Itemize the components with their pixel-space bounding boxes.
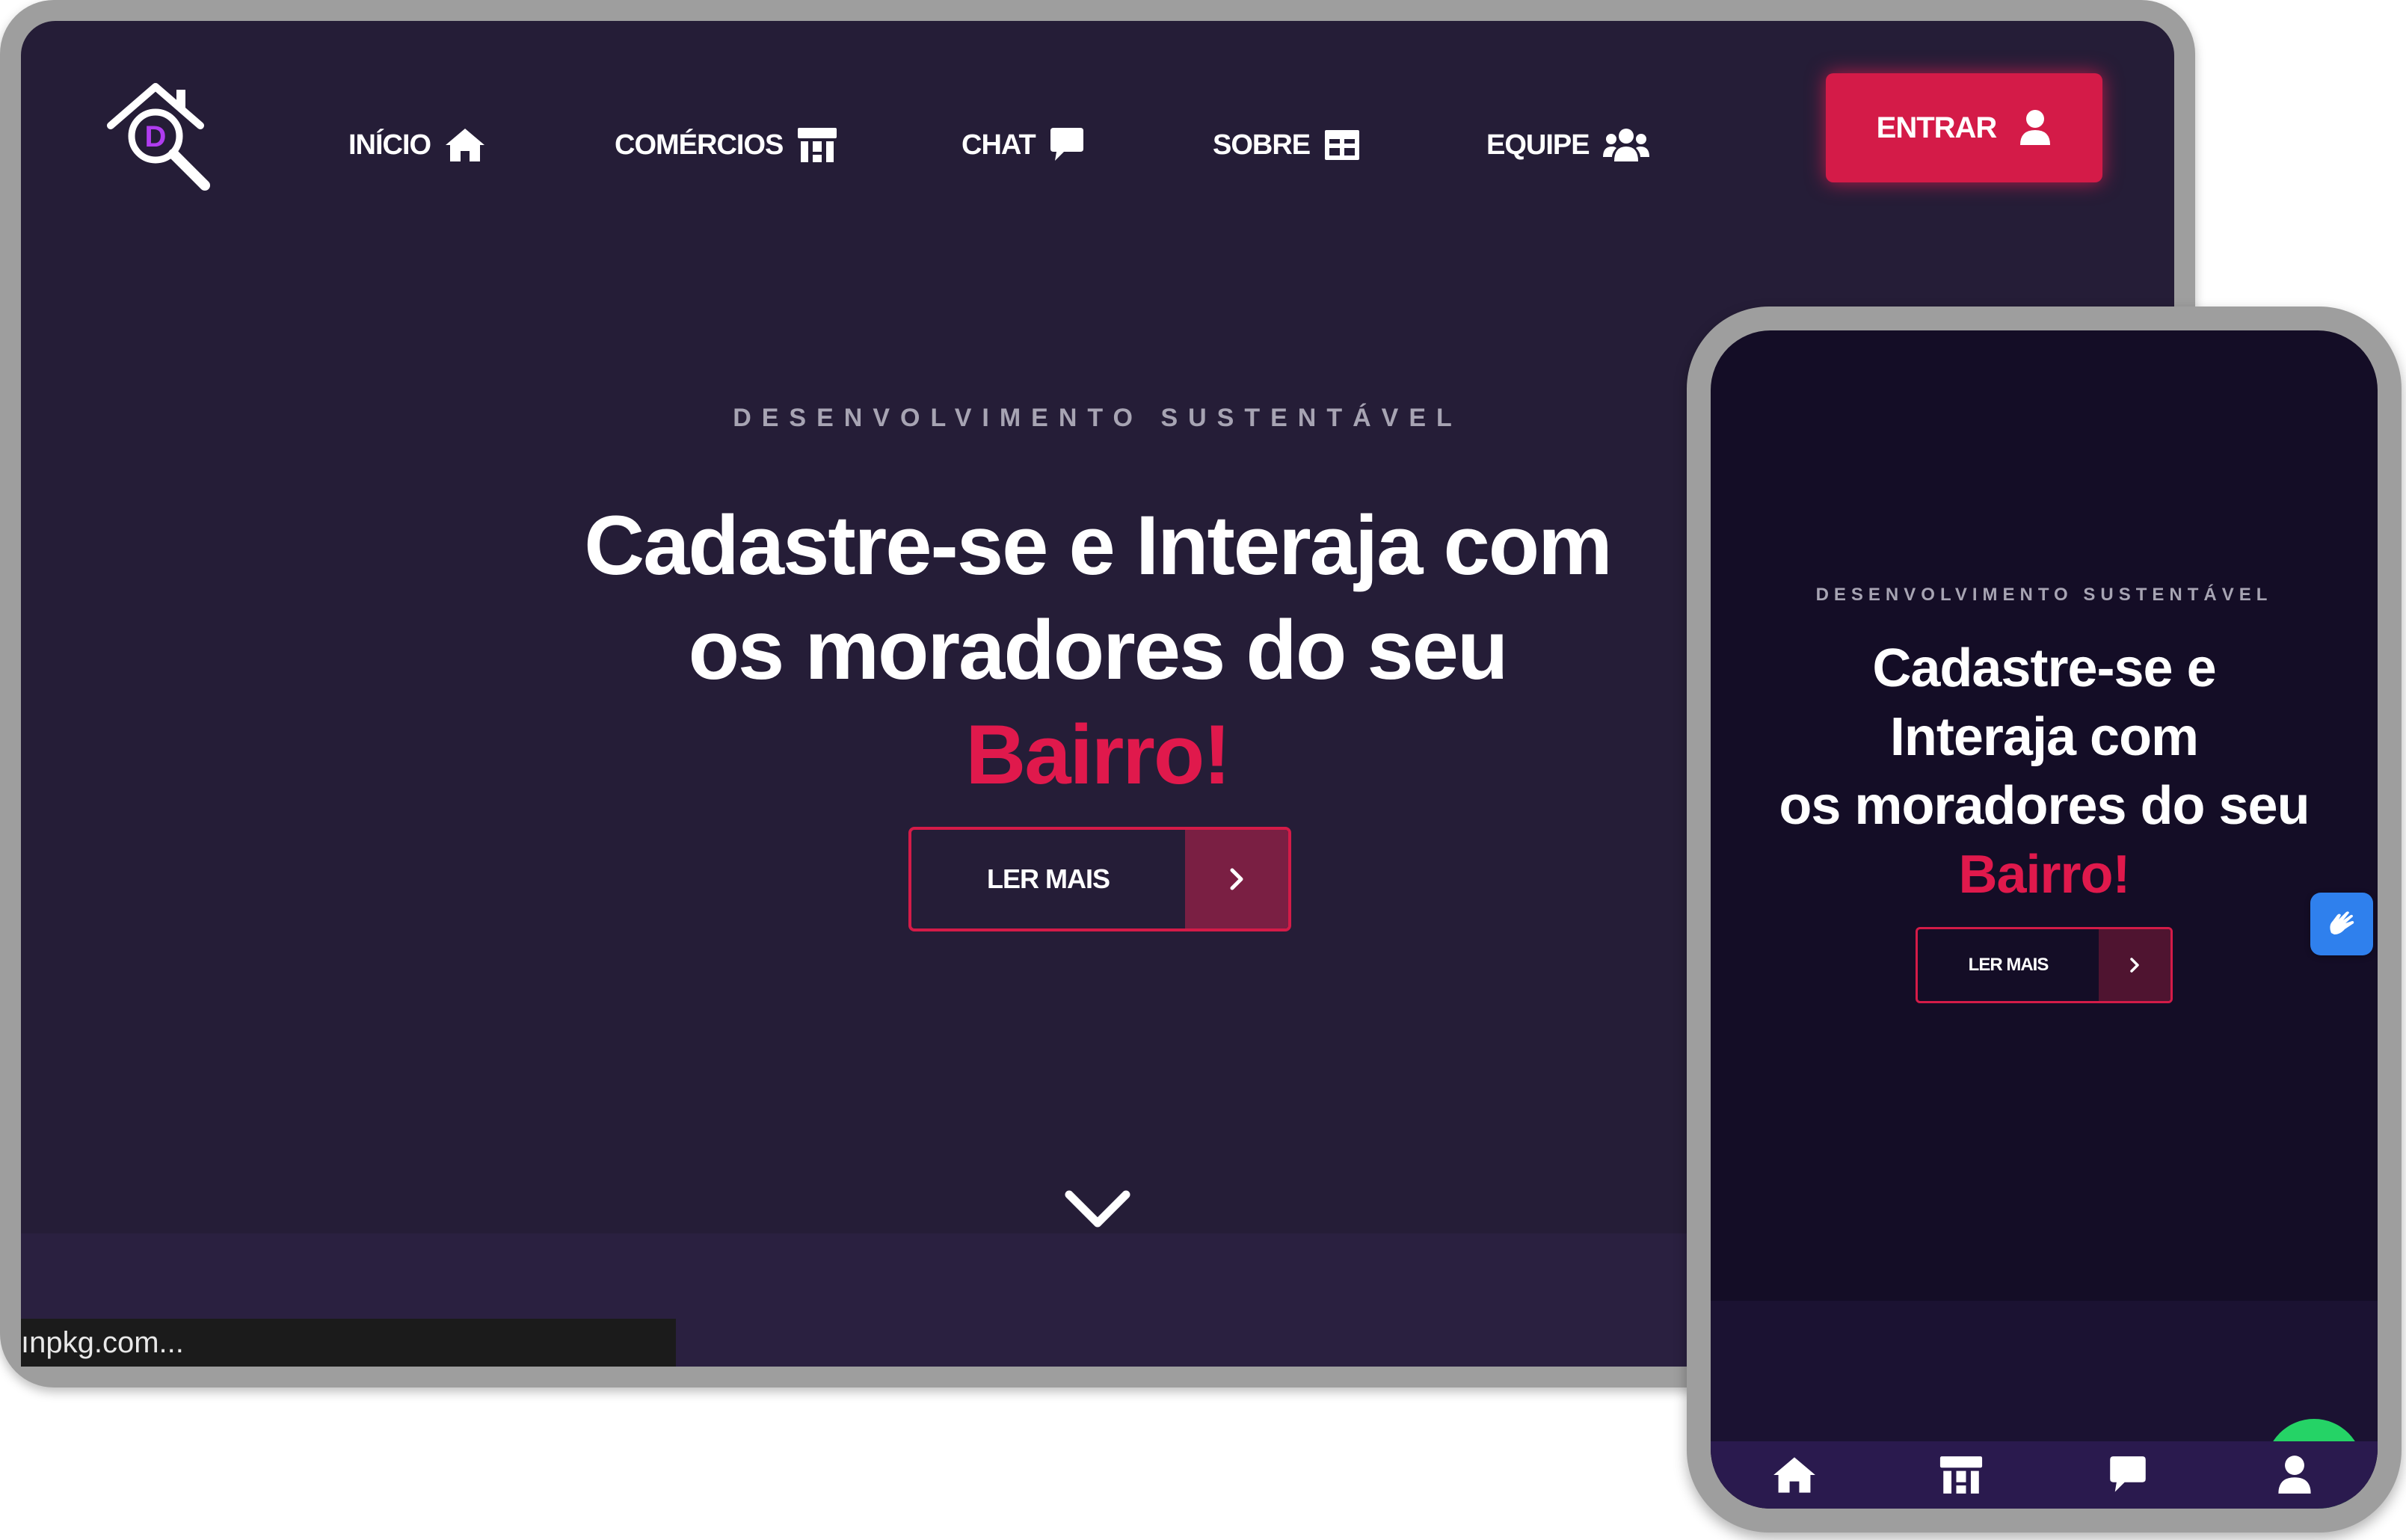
home-icon	[1773, 1457, 1815, 1493]
nav-label: SOBRE	[1213, 129, 1311, 161]
mobile-hero-title-line: Interaja com	[1889, 707, 2199, 767]
store-icon	[798, 128, 837, 162]
nav-item-comercios[interactable]: COMÉRCIOS	[615, 123, 838, 167]
accessibility-button[interactable]	[2310, 893, 2373, 955]
read-more-label: LER MAIS	[986, 863, 1110, 894]
users-icon	[1602, 129, 1649, 161]
tab-chat[interactable]	[2098, 1445, 2158, 1505]
mobile-hero-title-accent: Bairro!	[1958, 845, 2130, 905]
mobile-hero-title-line: os moradores do seu	[1779, 776, 2310, 836]
chevron-right-icon	[1230, 868, 1243, 890]
sign-language-hands-icon	[2330, 911, 2354, 934]
mobile-tab-bar	[1711, 1441, 2378, 1509]
home-icon	[446, 129, 485, 161]
nav-label: CHAT	[962, 129, 1036, 161]
mobile-read-more-button[interactable]: LER MAIS	[1916, 927, 2173, 1003]
nav-label: COMÉRCIOS	[615, 129, 784, 161]
login-button[interactable]: ENTRAR	[1826, 73, 2102, 182]
mobile-screen: DESENVOLVIMENTO SUSTENTÁVEL Cadastre-se …	[1711, 330, 2378, 1509]
tab-home[interactable]	[1764, 1445, 1824, 1505]
chevron-right-icon	[2130, 958, 2139, 973]
nav-item-sobre[interactable]: SOBRE	[1213, 123, 1361, 167]
mobile-chevron-right-box	[2099, 929, 2170, 1001]
mobile-hero-title-line: Cadastre-se e	[1872, 638, 2216, 698]
tab-profile[interactable]	[2265, 1445, 2325, 1505]
nav-item-chat[interactable]: CHAT	[962, 123, 1085, 167]
mobile-device-frame: DESENVOLVIMENTO SUSTENTÁVEL Cadastre-se …	[1687, 307, 2402, 1533]
mobile-hero-kicker: DESENVOLVIMENTO SUSTENTÁVEL	[1815, 585, 2273, 605]
nav-item-inicio[interactable]: INÍCIO	[348, 123, 486, 167]
table-icon	[1325, 130, 1360, 160]
user-icon	[2277, 1456, 2311, 1494]
nav-label: EQUIPE	[1486, 129, 1590, 161]
read-more-button[interactable]: LER MAIS	[908, 827, 1291, 931]
chevron-right-icon-box	[1185, 830, 1288, 928]
nav-item-equipe[interactable]: EQUIPE	[1486, 123, 1649, 167]
nav-label: INÍCIO	[348, 129, 431, 161]
scroll-down-chevron-icon[interactable]	[1063, 1187, 1132, 1232]
browser-status-url: ınpkg.com...	[21, 1319, 676, 1367]
store-icon	[1939, 1456, 1982, 1494]
login-label: ENTRAR	[1876, 111, 1998, 144]
user-icon	[2020, 110, 2051, 145]
mobile-hero-title: Cadastre-se e Interaja com os moradores …	[1711, 634, 2378, 909]
chat-bubble-icon	[2109, 1456, 2146, 1492]
chat-bubble-icon	[1050, 128, 1083, 161]
tab-store[interactable]	[1931, 1445, 1991, 1505]
mobile-read-more-label: LER MAIS	[1968, 955, 2049, 975]
